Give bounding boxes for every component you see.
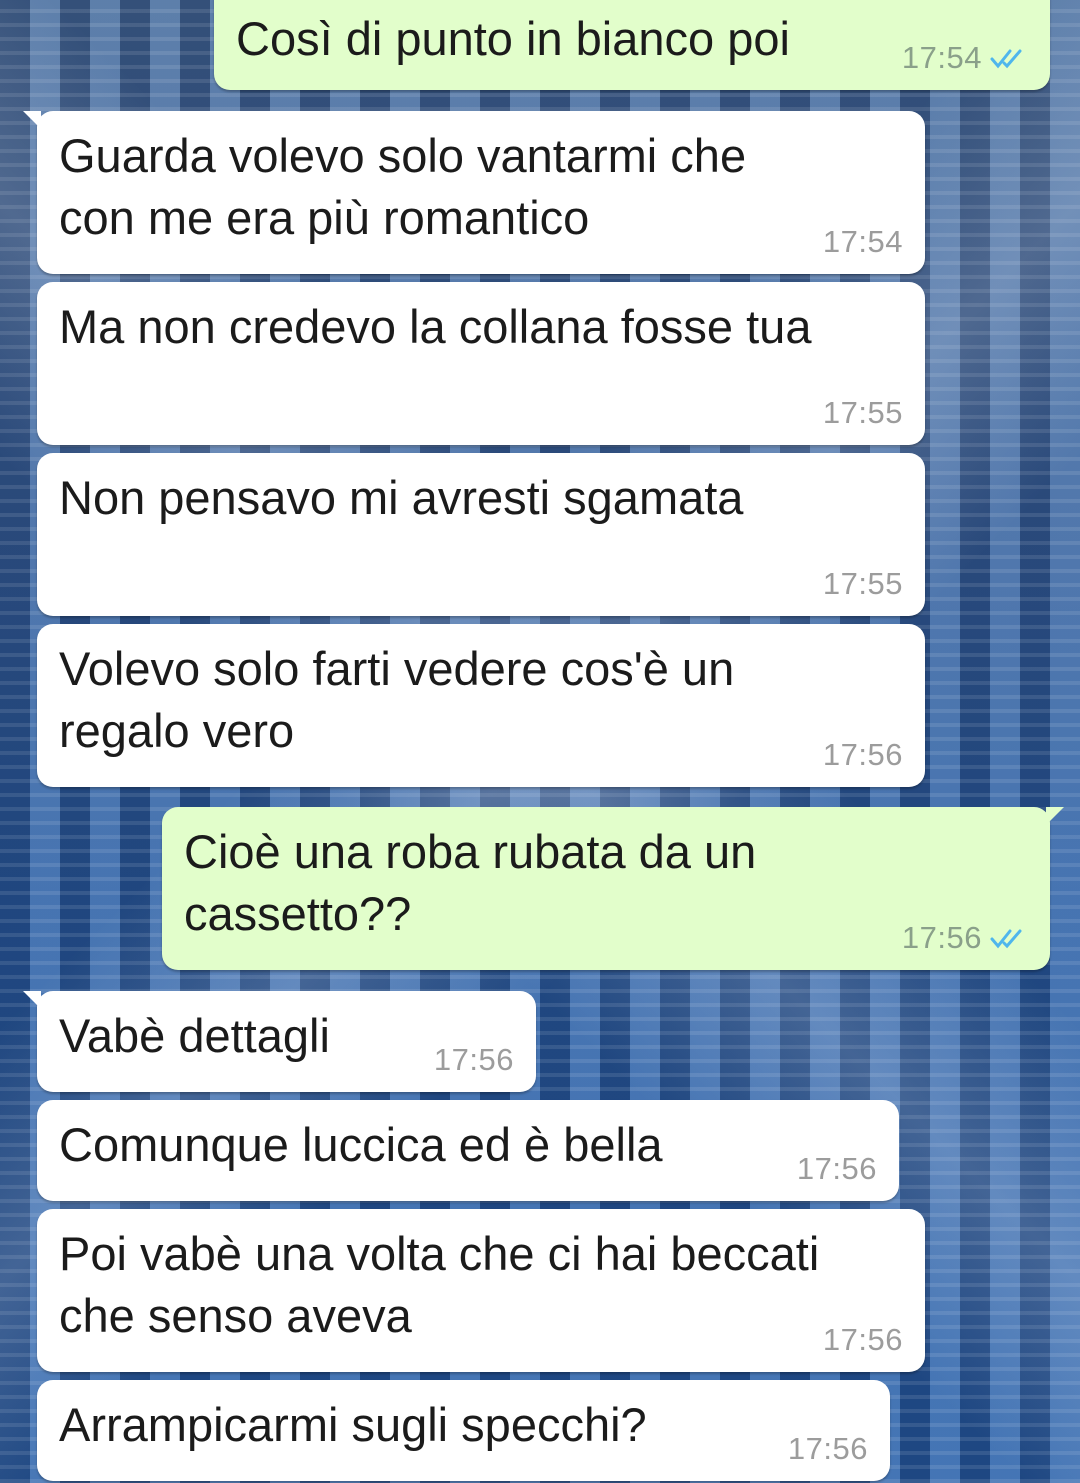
message-meta: 17:54 <box>902 40 1028 76</box>
message-time: 17:56 <box>901 920 982 955</box>
message-text: Guarda volevo solo vantarmi che con me e… <box>59 129 747 244</box>
message-bubble-outgoing[interactable]: Cioè una roba rubata da un cassetto?? 17… <box>162 807 1064 970</box>
message-meta: 17:56 <box>434 1042 514 1078</box>
message-bubble-incoming[interactable]: Poi vabè una volta che ci hai beccati ch… <box>37 1209 925 1372</box>
message-meta: 17:56 <box>823 737 903 773</box>
message-time: 17:55 <box>822 395 903 430</box>
message-bubble-incoming[interactable]: Ma non credevo la collana fosse tua 17:5… <box>37 282 925 445</box>
message-bubble-incoming[interactable]: Guarda volevo solo vantarmi che con me e… <box>23 111 925 274</box>
double-check-icon <box>990 49 1022 69</box>
double-check-icon <box>990 929 1022 949</box>
message-bubble-incoming[interactable]: Arrampicarmi sugli specchi? 17:56 <box>37 1380 890 1481</box>
message-text: Non pensavo mi avresti sgamata <box>59 471 744 524</box>
message-text: Poi vabè una volta che ci hai beccati ch… <box>59 1227 820 1342</box>
message-text: Ma non credevo la collana fosse tua <box>59 300 812 353</box>
message-time: 17:56 <box>822 737 903 772</box>
message-bubble-incoming[interactable]: Vabè dettagli 17:56 <box>23 991 536 1092</box>
message-time: 17:56 <box>796 1151 877 1186</box>
message-time: 17:56 <box>822 1322 903 1357</box>
message-text: Comunque luccica ed è bella <box>59 1118 663 1171</box>
message-bubble-outgoing[interactable]: Così di punto in bianco poi 17:54 <box>214 0 1050 90</box>
message-meta: 17:54 <box>823 224 903 260</box>
message-text: Volevo solo farti vedere cos'è un regalo… <box>59 642 735 757</box>
message-meta: 17:56 <box>788 1431 868 1467</box>
message-meta: 17:56 <box>823 1322 903 1358</box>
chat-thread[interactable]: Così di punto in bianco poi 17:54 Guarda… <box>0 0 1080 1483</box>
message-time: 17:55 <box>822 566 903 601</box>
message-meta: 17:56 <box>902 920 1028 956</box>
message-time: 17:54 <box>901 40 982 75</box>
message-time: 17:56 <box>433 1042 514 1077</box>
message-bubble-incoming[interactable]: Non pensavo mi avresti sgamata 17:55 <box>37 453 925 616</box>
message-meta: 17:56 <box>797 1151 877 1187</box>
message-time: 17:54 <box>822 224 903 259</box>
message-meta: 17:55 <box>823 566 903 602</box>
message-meta: 17:55 <box>823 395 903 431</box>
message-time: 17:56 <box>787 1431 868 1466</box>
message-text: Arrampicarmi sugli specchi? <box>59 1398 647 1451</box>
message-bubble-incoming[interactable]: Comunque luccica ed è bella 17:56 <box>37 1100 899 1201</box>
message-bubble-incoming[interactable]: Volevo solo farti vedere cos'è un regalo… <box>37 624 925 787</box>
